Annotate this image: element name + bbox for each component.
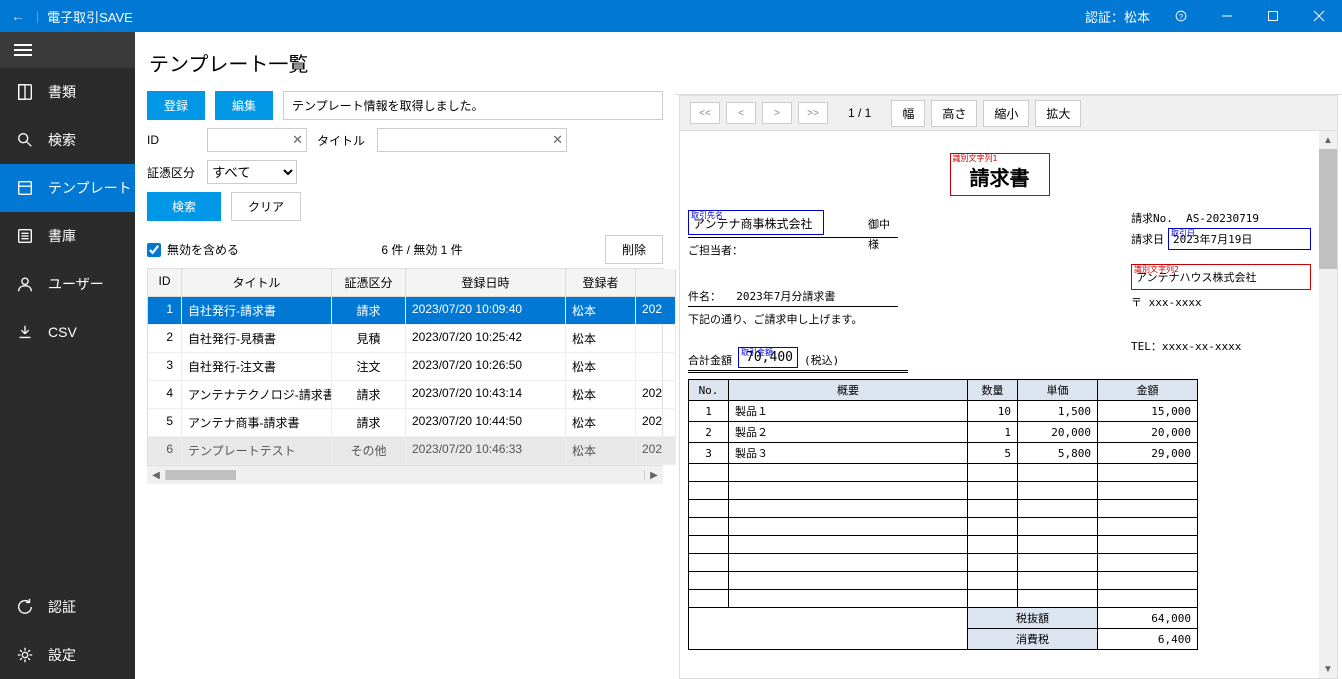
vertical-scrollbar[interactable]: ▲ ▼ bbox=[1319, 131, 1337, 678]
scroll-left-icon[interactable]: ◀ bbox=[147, 466, 165, 484]
scroll-down-icon[interactable]: ▼ bbox=[1319, 660, 1337, 678]
type-label: 証憑区分 bbox=[147, 164, 201, 181]
back-icon[interactable]: ← bbox=[8, 8, 28, 24]
sidebar-item-label: テンプレート bbox=[48, 178, 132, 198]
sidebar-item-label: ユーザー bbox=[48, 274, 104, 294]
preview-pane: << < > >> 1 / 1 幅 高さ 縮小 拡大 識別文字列1 bbox=[675, 94, 1342, 679]
clear-id-icon[interactable]: ✕ bbox=[292, 132, 303, 148]
last-page-button[interactable]: >> bbox=[798, 102, 828, 124]
close-icon[interactable] bbox=[1296, 0, 1342, 32]
sidebar-item-documents[interactable]: 書類 bbox=[0, 68, 135, 116]
tel: xxxx-xx-xxxx bbox=[1162, 340, 1241, 353]
id-label: ID bbox=[147, 133, 201, 147]
sidebar-item-archive[interactable]: 書庫 bbox=[0, 212, 135, 260]
zoom-out-button[interactable]: 縮小 bbox=[983, 100, 1029, 127]
postal: 〒 xxx-xxxx bbox=[1131, 294, 1311, 310]
gear-icon bbox=[16, 646, 34, 664]
document-icon bbox=[16, 83, 34, 101]
include-disabled-checkbox[interactable]: 無効を含める bbox=[147, 241, 239, 258]
doc-title-field-label: 識別文字列1 bbox=[953, 153, 998, 164]
svg-text:?: ? bbox=[1179, 12, 1183, 21]
doc-title: 請求書 bbox=[955, 162, 1045, 191]
scroll-thumb[interactable] bbox=[166, 470, 236, 480]
note: 下記の通り、ご請求申し上げます。 bbox=[688, 311, 1111, 327]
invoice-table: No. 概要 数量 単価 金額 1製品１101,50015,0002製品２120… bbox=[688, 379, 1198, 650]
hamburger-icon bbox=[14, 44, 32, 56]
zoom-in-button[interactable]: 拡大 bbox=[1035, 100, 1081, 127]
req-no: AS-20230719 bbox=[1186, 212, 1259, 225]
edit-button[interactable]: 編集 bbox=[215, 91, 273, 120]
prev-page-button[interactable]: < bbox=[726, 102, 756, 124]
sidebar: 書類 検索 テンプレート 書庫 ユーザー CSV 認証 設定 bbox=[0, 32, 135, 679]
include-disabled-input[interactable] bbox=[147, 243, 161, 257]
next-page-button[interactable]: > bbox=[762, 102, 792, 124]
template-icon bbox=[16, 179, 34, 197]
table-row[interactable]: 2自社発行-見積書見積2023/07/20 10:25:42松本 bbox=[148, 325, 662, 353]
sidebar-item-search[interactable]: 検索 bbox=[0, 116, 135, 164]
sidebar-item-csv[interactable]: CSV bbox=[0, 308, 135, 356]
sidebar-item-label: CSV bbox=[48, 324, 77, 340]
document-preview: 識別文字列1 請求書 取引先名 アンテナ商事株式会社 bbox=[688, 153, 1311, 650]
grid-header: ID タイトル 証憑区分 登録日時 登録者 bbox=[148, 269, 662, 297]
register-button[interactable]: 登録 bbox=[147, 91, 205, 120]
search-button[interactable]: 検索 bbox=[147, 192, 221, 221]
hamburger-button[interactable] bbox=[0, 32, 135, 68]
type-select[interactable]: すべて bbox=[207, 160, 297, 184]
sidebar-item-user[interactable]: ユーザー bbox=[0, 260, 135, 308]
page-title: テンプレート一覧 bbox=[149, 48, 663, 77]
user-icon bbox=[16, 275, 34, 293]
sidebar-item-template[interactable]: テンプレート bbox=[0, 164, 135, 212]
sidebar-item-settings[interactable]: 設定 bbox=[0, 631, 135, 679]
preview-toolbar: << < > >> 1 / 1 幅 高さ 縮小 拡大 bbox=[679, 95, 1338, 131]
template-list-pane: テンプレート一覧 登録 編集 テンプレート情報を取得しました。 ID ✕ タイト… bbox=[135, 32, 675, 679]
tantou-label: ご担当者： bbox=[688, 242, 1111, 258]
fit-width-button[interactable]: 幅 bbox=[891, 100, 925, 127]
title-label: タイトル bbox=[317, 132, 371, 149]
auth-label: 認証：松本 bbox=[1085, 7, 1150, 26]
fit-height-button[interactable]: 高さ bbox=[931, 100, 977, 127]
sidebar-item-auth[interactable]: 認証 bbox=[0, 583, 135, 631]
count-text: 6 件 / 無効 1 件 bbox=[381, 241, 462, 258]
refresh-icon bbox=[16, 598, 34, 616]
download-icon bbox=[16, 323, 34, 341]
horizontal-scrollbar[interactable]: ◀ ▶ bbox=[147, 466, 663, 484]
sidebar-item-label: 認証 bbox=[48, 597, 76, 617]
recipient-field-label: 取引先名 bbox=[691, 210, 723, 221]
sidebar-item-label: 検索 bbox=[48, 130, 76, 150]
app-title: 電子取引SAVE bbox=[47, 7, 133, 26]
clear-button[interactable]: クリア bbox=[231, 192, 301, 221]
table-row[interactable]: 5アンテナ商事-請求書請求2023/07/20 10:44:50松本202 bbox=[148, 409, 662, 437]
minimize-icon[interactable] bbox=[1204, 0, 1250, 32]
title-input[interactable] bbox=[377, 128, 567, 152]
table-row[interactable]: 6テンプレートテストその他2023/07/20 10:46:33松本202 bbox=[148, 437, 662, 465]
search-icon bbox=[16, 131, 34, 149]
delete-button[interactable]: 削除 bbox=[605, 235, 663, 264]
table-row[interactable]: 4アンテナテクノロジ-請求書請求2023/07/20 10:43:14松本202 bbox=[148, 381, 662, 409]
maximize-icon[interactable] bbox=[1250, 0, 1296, 32]
help-icon[interactable]: ? bbox=[1158, 0, 1204, 32]
scroll-right-icon[interactable]: ▶ bbox=[645, 466, 663, 484]
titlebar: ← | 電子取引SAVE 認証：松本 ? bbox=[0, 0, 1342, 32]
subject: 2023年7月分請求書 bbox=[736, 290, 835, 303]
vscroll-thumb[interactable] bbox=[1319, 149, 1337, 269]
clear-title-icon[interactable]: ✕ bbox=[552, 132, 563, 148]
page-info: 1 / 1 bbox=[848, 106, 871, 120]
sidebar-item-label: 書庫 bbox=[48, 226, 76, 246]
table-row[interactable]: 1自社発行-請求書請求2023/07/20 10:09:40松本202 bbox=[148, 297, 662, 325]
scroll-up-icon[interactable]: ▲ bbox=[1319, 131, 1337, 149]
status-message: テンプレート情報を取得しました。 bbox=[283, 91, 663, 120]
table-row[interactable]: 3自社発行-注文書注文2023/07/20 10:26:50松本 bbox=[148, 353, 662, 381]
template-grid: ID タイトル 証憑区分 登録日時 登録者 1自社発行-請求書請求2023/07… bbox=[147, 268, 663, 466]
sidebar-item-label: 書類 bbox=[48, 82, 76, 102]
archive-icon bbox=[16, 227, 34, 245]
first-page-button[interactable]: << bbox=[690, 102, 720, 124]
sidebar-item-label: 設定 bbox=[48, 645, 76, 665]
